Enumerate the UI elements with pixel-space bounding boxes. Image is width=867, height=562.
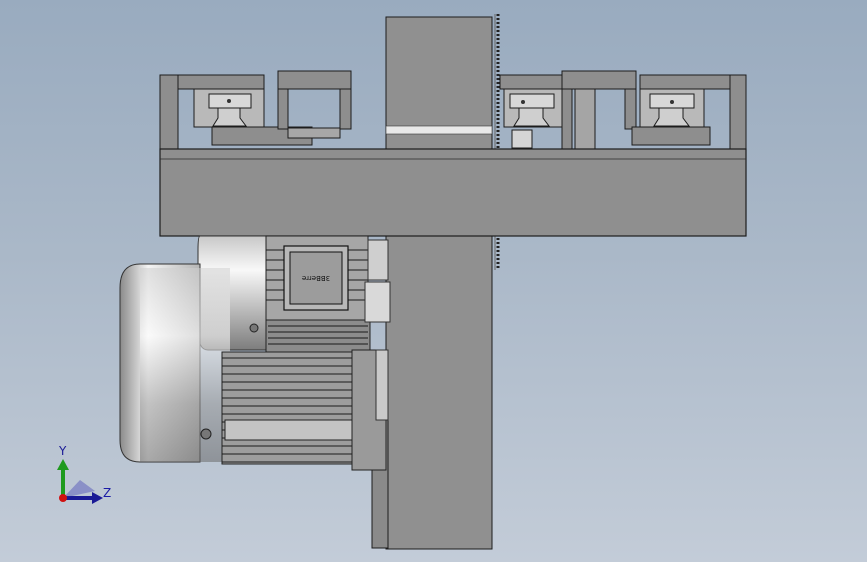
- y-axis-label: Y: [58, 444, 67, 458]
- cad-viewport[interactable]: 3BBerre Y Z: [0, 0, 867, 562]
- blower-motor[interactable]: 3BBerre: [119, 235, 391, 471]
- coordinate-triad: Y Z: [57, 444, 111, 504]
- z-axis-label: Z: [103, 486, 111, 500]
- nameplate-label: 3BBerre: [302, 274, 330, 282]
- left-rail-bracket[interactable]: [159, 70, 352, 151]
- origin-marker: [59, 494, 67, 502]
- base-plate[interactable]: [159, 148, 747, 237]
